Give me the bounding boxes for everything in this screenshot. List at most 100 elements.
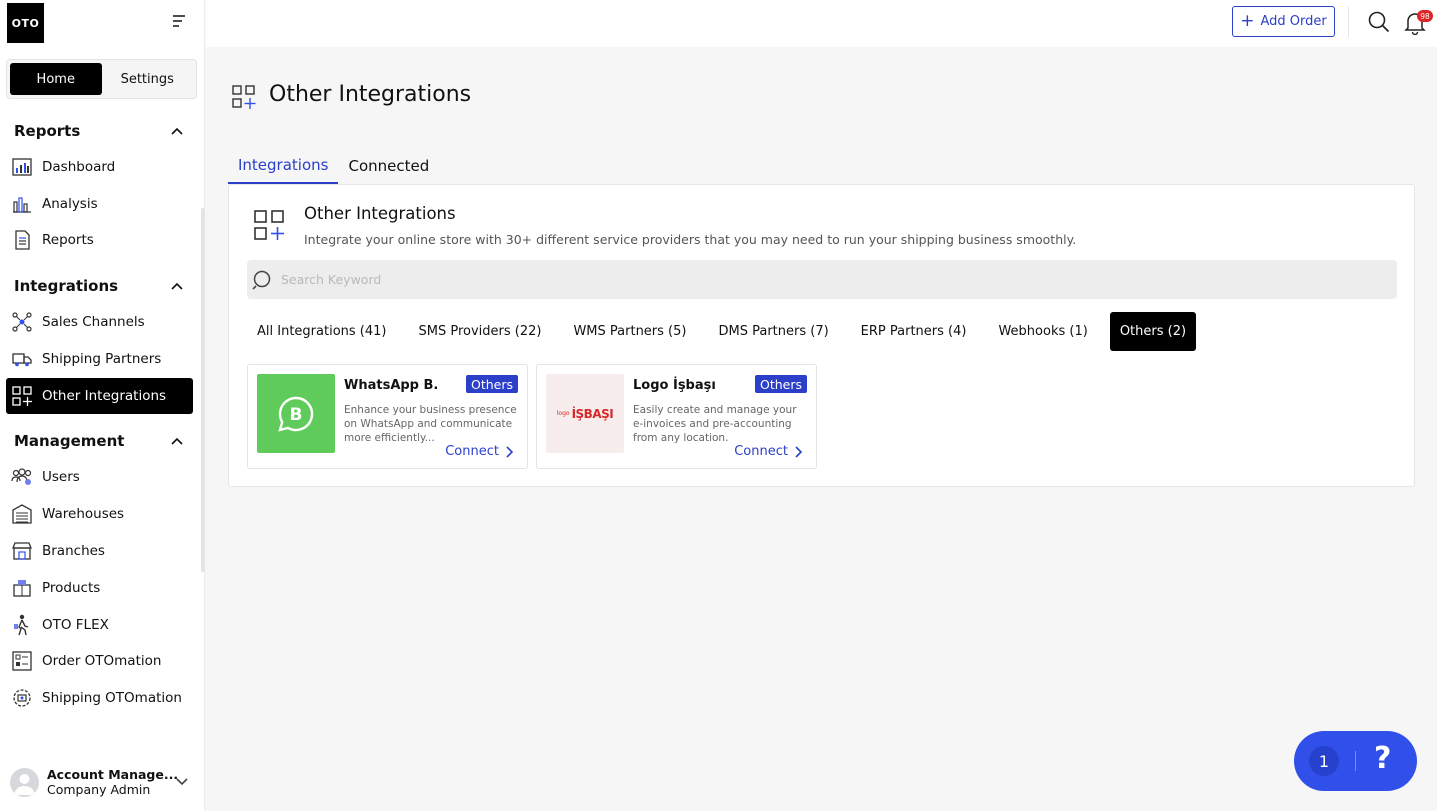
plus-icon: + (1240, 11, 1255, 31)
section-reports[interactable]: Reports (14, 120, 184, 142)
search-icon[interactable] (1368, 11, 1390, 33)
sidebar-item-label: Reports (42, 232, 94, 248)
sidebar-item-dashboard[interactable]: Dashboard (6, 149, 193, 185)
sidebar-item-label: Shipping Partners (42, 351, 162, 367)
sidebar-item-label: Analysis (42, 196, 98, 212)
sidebar-item-sales-channels[interactable]: Sales Channels (6, 304, 193, 340)
connect-link[interactable]: Connect (734, 444, 803, 459)
sidebar-item-other-integrations[interactable]: Other Integrations (6, 378, 193, 414)
sidebar-item-analysis[interactable]: Analysis (6, 186, 193, 222)
sidebar-item-warehouses[interactable]: Warehouses (6, 496, 193, 532)
svg-text:B: B (290, 405, 303, 425)
products-box-icon (11, 577, 33, 599)
help-count-badge: 1 (1309, 746, 1339, 776)
dashboard-icon (11, 156, 33, 178)
section-integrations-title: Integrations (14, 277, 119, 295)
sidebar-item-label: Other Integrations (42, 388, 167, 404)
chevron-up-icon (171, 127, 183, 135)
store-icon (11, 540, 33, 562)
oto-logo[interactable]: OTO (7, 3, 44, 43)
integration-card-whatsapp[interactable]: B WhatsApp B. Others Enhance your busine… (247, 364, 528, 469)
home-settings-toggle: Home Settings (6, 59, 197, 99)
sidebar-item-label: Warehouses (42, 506, 125, 522)
tab-connected[interactable]: Connected (338, 148, 439, 184)
sidebar-item-reports[interactable]: Reports (6, 222, 193, 258)
help-widget[interactable]: 1 ? (1294, 731, 1417, 791)
integration-name: Logo İşbaşı (633, 378, 716, 393)
sidebar-scrollbar[interactable] (201, 208, 205, 572)
chevron-up-icon (171, 282, 183, 290)
connect-label: Connect (734, 444, 788, 459)
grid-plus-icon (232, 85, 256, 109)
help-divider (1355, 751, 1356, 771)
tab-integrations[interactable]: Integrations (228, 148, 339, 184)
account-role: Company Admin (47, 782, 151, 797)
integration-card-logo-isbasi[interactable]: logo İŞBAŞI Logo İşbaşı Others Easily cr… (536, 364, 817, 469)
settings-tab[interactable]: Settings (102, 63, 194, 95)
whatsapp-business-logo: B (257, 374, 335, 453)
section-reports-title: Reports (14, 122, 81, 140)
courier-person-icon (11, 614, 33, 636)
filter-dms-partners[interactable]: DMS Partners (7) (708, 312, 838, 351)
panel-title: Other Integrations (304, 204, 456, 223)
sidebar-item-label: Dashboard (42, 159, 116, 175)
sidebar-item-shipping-otomation[interactable]: Shipping OTOmation (6, 680, 193, 716)
chevron-right-icon (795, 445, 803, 458)
integration-description: Easily create and manage your e-invoices… (633, 404, 797, 444)
sidebar-item-label: Sales Channels (42, 314, 145, 330)
panel-subtitle: Integrate your online store with 30+ dif… (304, 232, 1077, 247)
sidebar-item-label: Order OTOmation (42, 653, 162, 669)
sidebar-item-label: Users (42, 469, 80, 485)
filter-all-integrations[interactable]: All Integrations (41) (247, 312, 396, 351)
truck-icon (11, 348, 33, 370)
sidebar-item-branches[interactable]: Branches (6, 533, 193, 569)
search-input[interactable] (281, 272, 1397, 287)
notification-count-badge: 98 (1417, 10, 1433, 22)
add-order-label: Add Order (1260, 14, 1327, 29)
filter-erp-partners[interactable]: ERP Partners (4) (851, 312, 977, 351)
shipping-automation-icon (11, 687, 33, 709)
logo-isbasi-logo: logo İŞBAŞI (546, 374, 624, 453)
section-integrations[interactable]: Integrations (14, 275, 184, 297)
sidebar-item-users[interactable]: Users (6, 459, 193, 495)
search-icon (252, 270, 271, 290)
integrations-panel: Other Integrations Integrate your online… (228, 184, 1415, 487)
sidebar-item-label: Branches (42, 543, 105, 559)
topbar-divider (1348, 7, 1349, 37)
help-question-icon: ? (1374, 741, 1392, 776)
page-tabs: Integrations Connected (228, 148, 439, 184)
account-menu[interactable]: Account Manage... Company Admin (10, 764, 195, 800)
filter-wms-partners[interactable]: WMS Partners (5) (563, 312, 696, 351)
chevron-right-icon (506, 445, 514, 458)
connect-link[interactable]: Connect (445, 444, 514, 459)
analysis-icon (11, 193, 33, 215)
order-automation-icon (11, 650, 33, 672)
warehouse-icon (11, 503, 33, 525)
section-management-title: Management (14, 432, 125, 450)
network-icon (11, 311, 33, 333)
sidebar-item-products[interactable]: Products (6, 570, 193, 606)
sidebar-item-shipping-partners[interactable]: Shipping Partners (6, 341, 193, 377)
filter-webhooks[interactable]: Webhooks (1) (988, 312, 1097, 351)
home-tab[interactable]: Home (10, 63, 102, 95)
sidebar-item-label: Products (42, 580, 101, 596)
sidebar-item-oto-flex[interactable]: OTO FLEX (6, 607, 193, 643)
sidebar: OTO Home Settings Reports Dashboard Anal… (0, 0, 205, 811)
category-badge: Others (754, 375, 807, 393)
top-bar: + Add Order 98 (206, 0, 1437, 47)
sidebar-item-label: Shipping OTOmation (42, 690, 182, 706)
integration-description: Enhance your business presence on WhatsA… (344, 404, 517, 444)
category-badge: Others (465, 375, 518, 393)
grid-plus-icon (254, 210, 284, 240)
chevron-down-icon (176, 778, 188, 786)
filter-others[interactable]: Others (2) (1109, 312, 1197, 351)
account-name: Account Manage... (47, 767, 179, 782)
add-order-button[interactable]: + Add Order (1232, 6, 1335, 37)
connect-label: Connect (445, 444, 499, 459)
grid-plus-icon (11, 385, 33, 407)
collapse-menu-icon[interactable] (170, 12, 188, 30)
chevron-up-icon (171, 437, 183, 445)
section-management[interactable]: Management (14, 430, 184, 452)
filter-sms-providers[interactable]: SMS Providers (22) (408, 312, 551, 351)
sidebar-item-order-otomation[interactable]: Order OTOmation (6, 643, 193, 679)
